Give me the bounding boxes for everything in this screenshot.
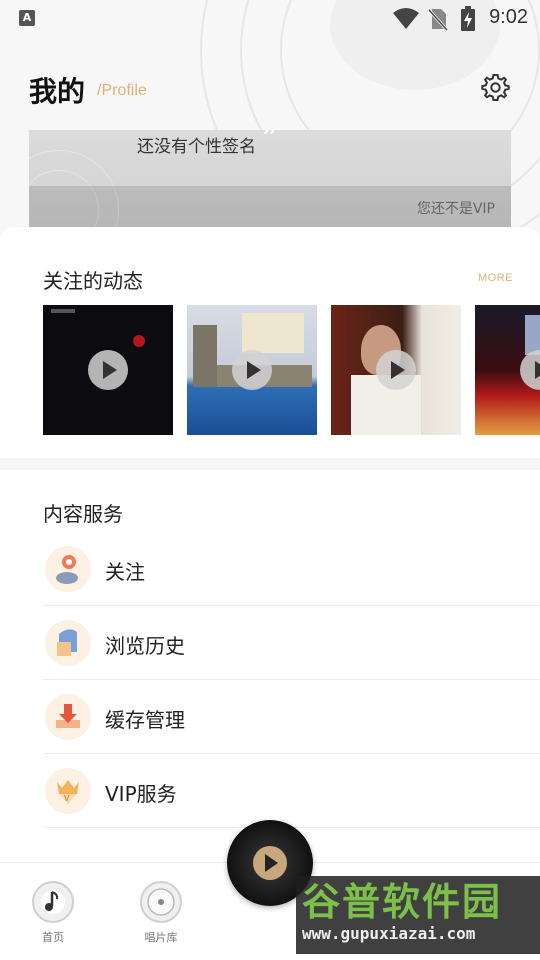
signature-text: 还没有个性签名	[137, 137, 256, 157]
page-subtitle: /Profile	[97, 82, 147, 99]
album-cover-tower	[193, 325, 217, 387]
nav-label: 首页	[42, 931, 64, 944]
svg-text:V: V	[64, 794, 70, 803]
watermark: 谷普软件园 www.gupuxiazai.com	[296, 876, 540, 954]
following-feed-section: 关注的动态 MORE	[0, 227, 540, 458]
wifi-icon	[393, 8, 419, 29]
album-cover-caption	[51, 309, 75, 313]
play-icon[interactable]	[520, 350, 540, 390]
app-badge-icon: A	[19, 10, 35, 26]
battery-charging-icon	[461, 6, 475, 31]
watermark-url: www.gupuxiazai.com	[302, 924, 476, 943]
vip-status-text[interactable]: 您还不是VIP	[417, 198, 495, 218]
following-item[interactable]	[43, 305, 173, 435]
play-icon[interactable]	[232, 350, 272, 390]
service-item-follow[interactable]: 关注	[43, 532, 540, 606]
profile-card[interactable]: “ 还没有个性签名 ” 您还不是VIP	[29, 130, 511, 240]
play-icon[interactable]	[88, 350, 128, 390]
service-item-cache[interactable]: 缓存管理	[43, 680, 540, 754]
settings-button[interactable]	[480, 72, 510, 102]
album-cover-london-suite	[242, 313, 304, 353]
nav-item-home[interactable]: 首页	[23, 881, 83, 945]
page-title: 我的	[29, 75, 86, 108]
service-label: 缓存管理	[105, 708, 185, 732]
album-cover-dark-red-dot	[133, 335, 145, 347]
following-item[interactable]	[475, 305, 540, 435]
no-sim-icon	[428, 8, 448, 31]
nav-label: 唱片库	[144, 931, 178, 944]
service-item-history[interactable]: 浏览历史	[43, 606, 540, 680]
status-time: 9:02	[489, 6, 528, 28]
content-services-section: 内容服务 关注 浏览历史 缓存管理 V VIP服务	[0, 470, 540, 870]
service-label: 关注	[105, 560, 145, 584]
more-link[interactable]: MORE	[478, 272, 513, 284]
follow-icon	[45, 546, 91, 592]
play-icon	[253, 846, 287, 880]
vip-crown-icon: V	[45, 768, 91, 814]
service-item-vip[interactable]: V VIP服务	[43, 754, 540, 828]
status-bar: A 9:02	[0, 0, 540, 36]
album-cover-red-stage	[525, 315, 540, 355]
download-icon	[45, 694, 91, 740]
watermark-title: 谷普软件园	[302, 880, 503, 924]
play-icon[interactable]	[376, 350, 416, 390]
gear-icon	[481, 74, 510, 101]
service-label: 浏览历史	[105, 634, 185, 658]
service-label: VIP服务	[105, 782, 177, 806]
close-quote-icon: ”	[262, 130, 278, 157]
services-title: 内容服务	[43, 502, 123, 526]
following-title: 关注的动态	[43, 269, 143, 293]
history-icon	[45, 620, 91, 666]
nav-item-library[interactable]: 唱片库	[131, 881, 191, 945]
open-quote-icon: “	[73, 130, 88, 147]
vinyl-record-icon	[140, 881, 182, 923]
music-note-icon	[32, 881, 74, 923]
following-item[interactable]	[187, 305, 317, 435]
following-item[interactable]	[331, 305, 461, 435]
